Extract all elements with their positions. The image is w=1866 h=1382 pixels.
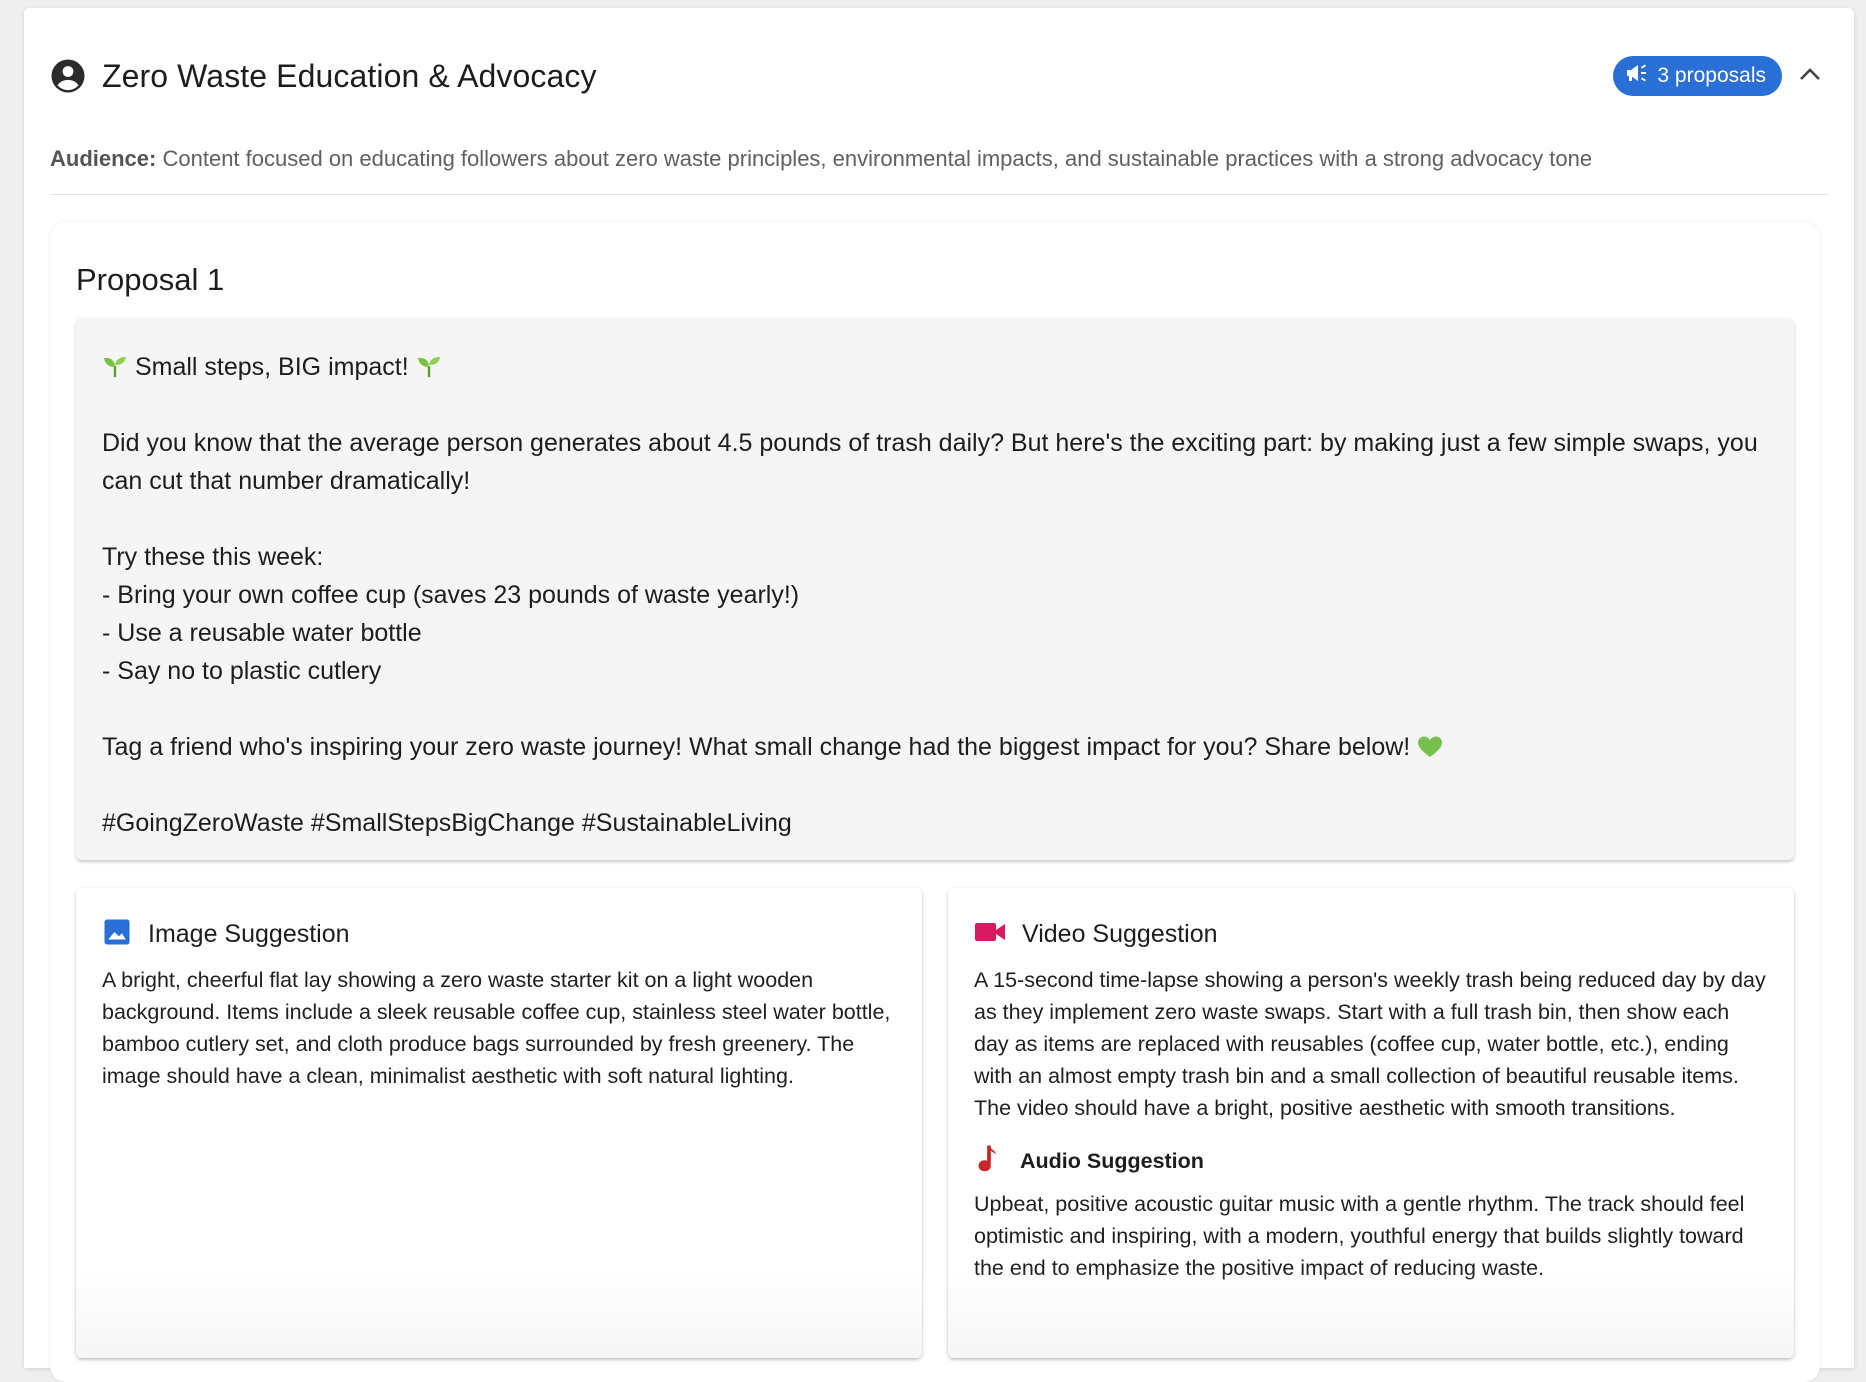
music-note-icon — [974, 1143, 1004, 1180]
audio-suggestion-title: Audio Suggestion — [1020, 1148, 1204, 1173]
post-headline: Small steps, BIG impact! — [134, 353, 409, 381]
seedling-icon — [416, 352, 442, 378]
persona-name: Zero Waste Education & Advocacy — [102, 57, 597, 94]
video-suggestion-text: A 15-second time-lapse showing a person'… — [974, 968, 1766, 1120]
chevron-up-icon — [1799, 67, 1821, 86]
persona-header[interactable]: Zero Waste Education & Advocacy 3 propos… — [50, 48, 1828, 104]
audience-description: Audience: Content focused on educating f… — [50, 146, 1828, 172]
image-suggestion-title: Image Suggestion — [148, 919, 350, 948]
image-suggestion-header: Image Suggestion — [102, 916, 896, 952]
video-suggestion-header: Video Suggestion — [974, 916, 1768, 952]
post-list-intro: Try these this week: — [102, 543, 324, 571]
header-actions: 3 proposals — [1613, 56, 1828, 96]
post-content: Small steps, BIG impact! Did you know th… — [76, 318, 1794, 860]
post-list-item: - Use a reusable water bottle — [102, 619, 422, 647]
collapse-button[interactable] — [1792, 58, 1828, 94]
seedling-icon — [102, 352, 128, 378]
account-circle-icon — [50, 58, 86, 94]
divider — [50, 194, 1828, 195]
post-call-to-action: Tag a friend who's inspiring your zero w… — [102, 733, 1411, 761]
green-heart-icon — [1417, 732, 1443, 757]
audience-label: Audience: — [50, 146, 157, 171]
proposal-card: Proposal 1 Small steps, BIG impact! Did … — [50, 222, 1820, 1382]
audience-text: Content focused on educating followers a… — [162, 146, 1593, 171]
post-headline-line: Small steps, BIG impact! — [102, 348, 1768, 386]
post-cta-line: Tag a friend who's inspiring your zero w… — [102, 728, 1768, 766]
image-icon — [102, 917, 132, 952]
post-list-item: - Say no to plastic cutlery — [102, 657, 382, 685]
post-list-item: - Bring your own coffee cup (saves 23 po… — [102, 581, 800, 609]
image-suggestion-text: A bright, cheerful flat lay showing a ze… — [102, 968, 891, 1088]
audio-suggestion-text: Upbeat, positive acoustic guitar music w… — [974, 1192, 1745, 1280]
proposals-count-label: 3 proposals — [1657, 64, 1766, 87]
audio-suggestion-header: Audio Suggestion — [974, 1144, 1768, 1178]
image-suggestion-card: Image Suggestion A bright, cheerful flat… — [76, 888, 922, 1358]
campaign-icon — [1625, 62, 1649, 90]
persona-panel: Zero Waste Education & Advocacy 3 propos… — [24, 8, 1854, 1382]
post-intro: Did you know that the average person gen… — [102, 429, 1758, 495]
proposal-title: Proposal 1 — [76, 262, 225, 297]
video-suggestion-title: Video Suggestion — [1022, 919, 1218, 948]
video-suggestion-card: Video Suggestion A 15-second time-lapse … — [948, 888, 1794, 1358]
proposals-count-badge: 3 proposals — [1613, 56, 1782, 96]
post-hashtags: #GoingZeroWaste #SmallStepsBigChange #Su… — [102, 809, 792, 837]
videocam-icon — [974, 920, 1006, 949]
